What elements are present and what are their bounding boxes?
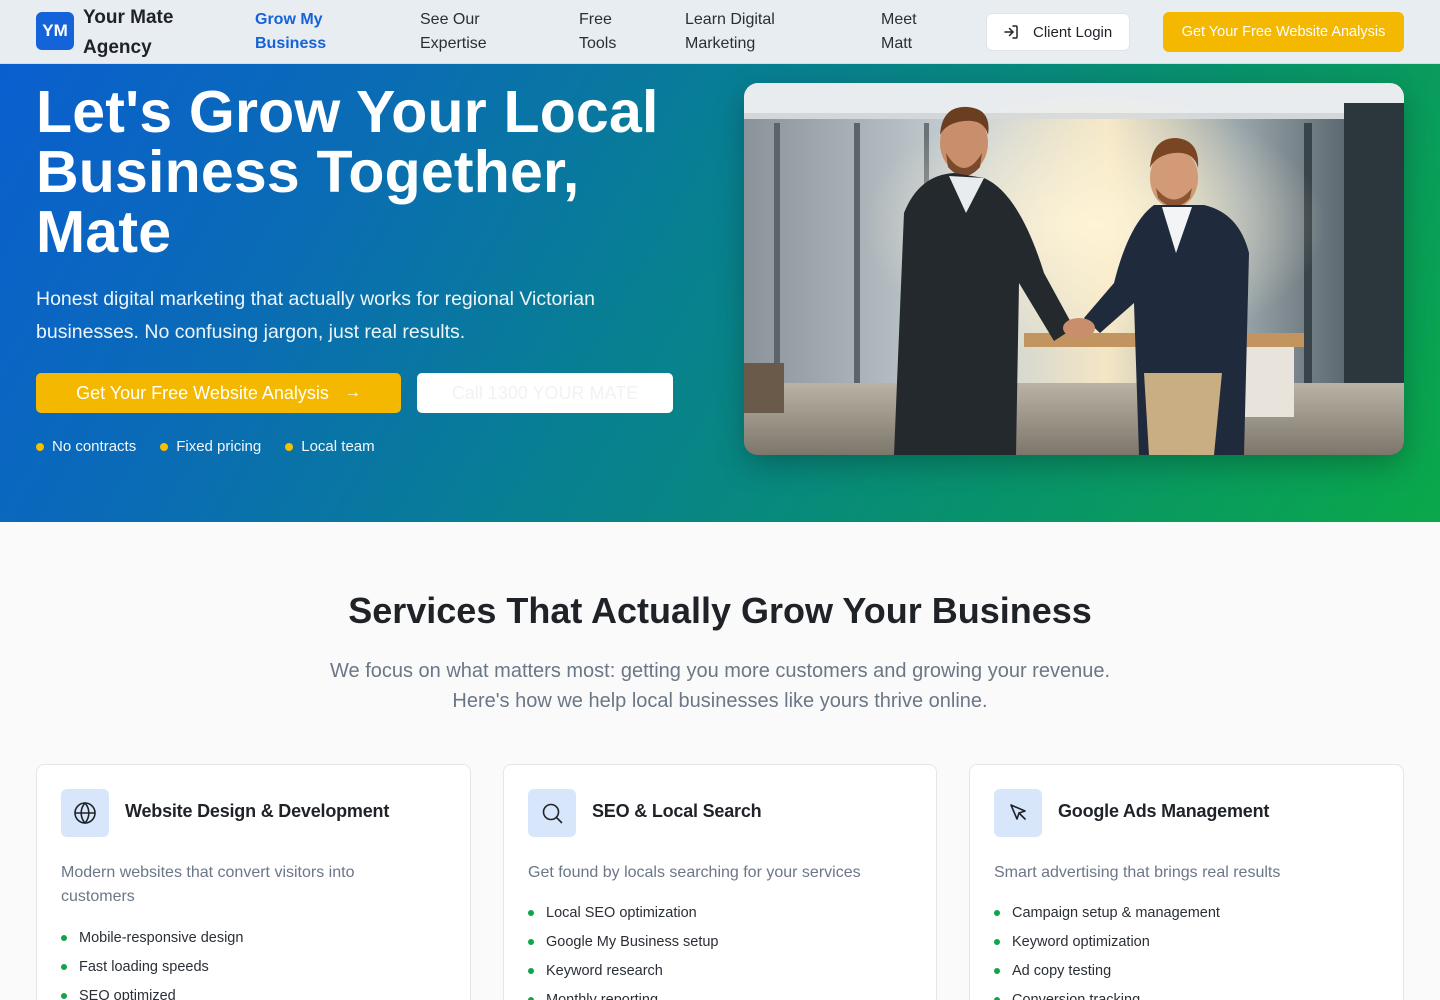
benefit-item: No contracts — [36, 438, 136, 455]
benefit-item: Fixed pricing — [160, 438, 261, 455]
hero-handshake-image — [744, 83, 1404, 455]
check-dot-icon — [528, 909, 534, 916]
nav-learn-digital-marketing[interactable]: Learn Digital Marketing — [685, 8, 815, 56]
service-card-google-ads[interactable]: Google Ads Management Smart advertising … — [969, 764, 1404, 1000]
bullet-dot-icon — [36, 442, 44, 451]
feature-label: Ad copy testing — [1012, 962, 1112, 979]
list-item: Keyword research — [528, 956, 718, 985]
list-item: Keyword optimization — [994, 927, 1220, 956]
hero-subtitle: Honest digital marketing that actually w… — [36, 288, 595, 343]
list-item: Fast loading speeds — [61, 952, 243, 981]
check-dot-icon — [61, 934, 67, 941]
feature-label: Monthly reporting — [546, 991, 659, 1000]
check-dot-icon — [994, 967, 1000, 974]
bullet-dot-icon — [160, 442, 169, 451]
service-card-website[interactable]: Website Design & Development Modern webs… — [36, 764, 471, 1000]
check-dot-icon — [61, 963, 67, 970]
check-dot-icon — [994, 996, 1000, 1000]
list-item: SEO optimized — [61, 981, 243, 1000]
service-feature-list: Local SEO optimization Google My Busines… — [528, 898, 718, 1000]
service-card-title: Google Ads Management — [1058, 801, 1270, 821]
service-feature-list: Mobile-responsive design Fast loading sp… — [61, 923, 243, 1000]
service-card-seo[interactable]: SEO & Local Search Get found by locals s… — [503, 764, 937, 1000]
feature-label: Conversion tracking — [1012, 991, 1141, 1000]
check-dot-icon — [528, 967, 534, 974]
service-feature-list: Campaign setup & management Keyword opti… — [994, 898, 1220, 1000]
benefit-label: Local team — [301, 438, 375, 455]
feature-label: Google My Business setup — [546, 933, 719, 950]
nav-free-tools[interactable]: Free Tools — [579, 8, 639, 56]
service-card-title: SEO & Local Search — [592, 801, 762, 821]
hero-benefits: No contracts Fixed pricing Local team — [36, 438, 399, 455]
header-cta-button[interactable]: Get Your Free Website Analysis — [1163, 12, 1404, 52]
benefit-item: Local team — [285, 438, 375, 455]
brand-name[interactable]: Your Mate Agency — [83, 3, 203, 63]
hero-section: Let's Grow Your Local Business Together,… — [0, 64, 1440, 522]
arrow-right-icon: → — [344, 384, 361, 401]
logo-badge[interactable]: YM — [36, 12, 74, 50]
globe-icon — [61, 789, 109, 837]
hero-analysis-label: Get Your Free Website Analysis — [76, 382, 329, 403]
list-item: Campaign setup & management — [994, 898, 1220, 927]
client-login-label: Client Login — [1033, 23, 1113, 41]
benefit-label: Fixed pricing — [176, 438, 262, 455]
search-icon — [528, 789, 576, 837]
feature-label: Keyword research — [546, 962, 663, 979]
feature-label: Campaign setup & management — [1012, 904, 1220, 921]
site-header: YM Your Mate Agency Grow My Business See… — [0, 0, 1440, 64]
nav-grow-my-business[interactable]: Grow My Business — [255, 8, 365, 56]
list-item: Local SEO optimization — [528, 898, 718, 927]
list-item: Ad copy testing — [994, 956, 1220, 985]
feature-label: Mobile-responsive design — [79, 929, 244, 946]
nav-see-our-expertise[interactable]: See Our Expertise — [420, 8, 530, 56]
feature-label: Fast loading speeds — [79, 958, 209, 975]
check-dot-icon — [528, 938, 534, 945]
service-card-description: Smart advertising that brings real resul… — [994, 864, 1281, 881]
check-dot-icon — [528, 996, 534, 1000]
list-item: Conversion tracking — [994, 985, 1220, 1000]
list-item: Mobile-responsive design — [61, 923, 243, 952]
service-card-title: Website Design & Development — [125, 801, 390, 821]
service-card-description: Modern websites that convert visitors in… — [61, 864, 355, 905]
feature-label: Keyword optimization — [1012, 933, 1150, 950]
list-item: Monthly reporting — [528, 985, 718, 1000]
nav-meet-matt[interactable]: Meet Matt — [881, 8, 941, 56]
feature-label: SEO optimized — [79, 987, 176, 1000]
login-icon — [1004, 25, 1018, 39]
bullet-dot-icon — [285, 442, 294, 451]
benefit-label: No contracts — [52, 438, 137, 455]
hero-analysis-button[interactable]: Get Your Free Website Analysis → — [36, 373, 401, 413]
cursor-icon — [994, 789, 1042, 837]
feature-label: Local SEO optimization — [546, 904, 697, 921]
hero-title: Let's Grow Your Local Business Together,… — [36, 79, 659, 265]
hero-call-button[interactable]: Call 1300 YOUR MATE — [417, 373, 673, 413]
client-login-button[interactable]: Client Login — [986, 13, 1130, 51]
services-subtitle: We focus on what matters most: getting y… — [330, 660, 1110, 712]
list-item: Google My Business setup — [528, 927, 718, 956]
check-dot-icon — [61, 992, 67, 999]
check-dot-icon — [994, 938, 1000, 945]
service-card-description: Get found by locals searching for your s… — [528, 864, 861, 881]
services-title: Services That Actually Grow Your Busines… — [348, 590, 1092, 631]
check-dot-icon — [994, 909, 1000, 916]
